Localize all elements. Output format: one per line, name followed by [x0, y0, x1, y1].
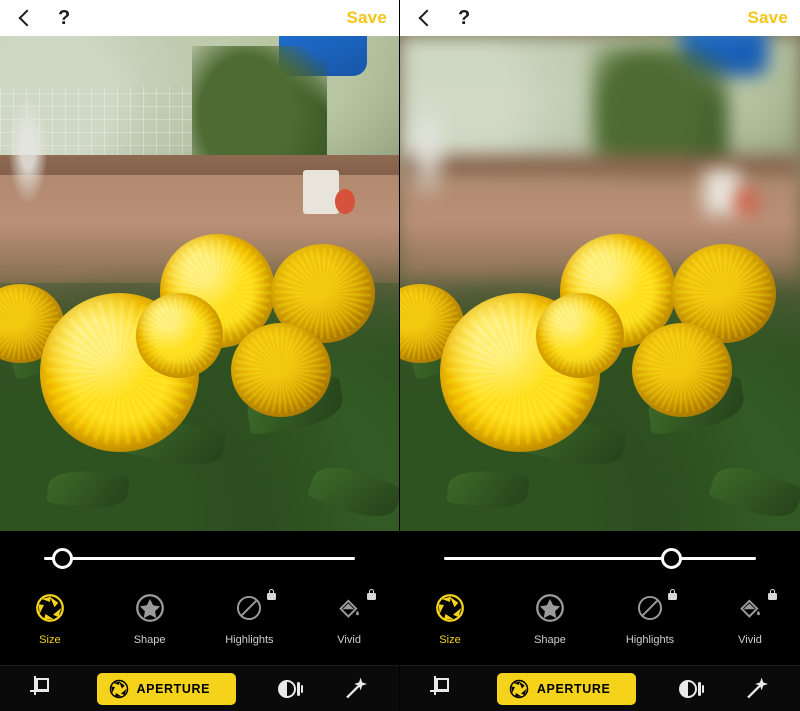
phone-screen-right: ? Save Size Shape Highlights Vivid APERT… — [400, 0, 800, 711]
help-icon[interactable]: ? — [58, 8, 70, 28]
depth-slider-knob[interactable] — [52, 547, 74, 569]
magic-wand-icon[interactable] — [744, 676, 770, 702]
bottom-toolbar: APERTURE — [400, 665, 800, 711]
paint-bucket-icon — [332, 591, 366, 625]
tool-vivid-label: Vivid — [738, 634, 762, 646]
depth-slider-knob[interactable] — [661, 547, 683, 569]
magic-wand-icon[interactable] — [343, 676, 369, 702]
chevron-left-icon[interactable] — [416, 9, 434, 27]
tool-shape-label: Shape — [534, 634, 566, 646]
tool-row: Size Shape Highlights Vivid — [0, 585, 399, 665]
crop-icon[interactable] — [430, 676, 456, 702]
tool-size-label: Size — [39, 634, 61, 646]
photo-preview[interactable] — [0, 36, 399, 531]
photo-flowers — [400, 36, 800, 531]
tool-highlights-label: Highlights — [225, 634, 274, 646]
aperture-icon — [509, 679, 529, 698]
aperture-tab[interactable]: APERTURE — [496, 672, 637, 705]
lock-icon — [267, 589, 277, 600]
depth-slider-container[interactable] — [400, 531, 800, 585]
help-icon[interactable]: ? — [458, 8, 470, 28]
highlights-circle-icon — [232, 591, 266, 625]
star-shape-icon — [533, 591, 567, 625]
top-bar: ? Save — [400, 0, 800, 36]
tool-highlights[interactable]: Highlights — [613, 589, 687, 646]
aperture-tab-label: APERTURE — [136, 681, 211, 696]
lock-icon — [668, 589, 677, 600]
tool-vivid-label: Vivid — [337, 634, 361, 646]
filter-icon[interactable] — [276, 676, 302, 702]
aperture-tab[interactable]: APERTURE — [96, 672, 237, 705]
dual-screenshot-container: ? Save Size Shape Highlights Vivid APERT… — [0, 0, 800, 711]
lock-icon — [768, 589, 777, 600]
tool-shape[interactable]: Shape — [513, 591, 587, 646]
tool-highlights[interactable]: Highlights — [212, 589, 286, 646]
tool-shape-label: Shape — [133, 634, 166, 646]
tool-size[interactable]: Size — [13, 591, 87, 646]
tool-vivid[interactable]: Vivid — [713, 589, 787, 646]
tool-shape[interactable]: Shape — [113, 591, 187, 646]
crop-icon[interactable] — [30, 676, 56, 702]
paint-bucket-icon — [733, 591, 767, 625]
top-bar: ? Save — [0, 0, 399, 36]
save-button[interactable]: Save — [346, 8, 387, 28]
depth-slider-track[interactable] — [444, 547, 756, 569]
tool-row: Size Shape Highlights Vivid — [400, 585, 800, 665]
lock-icon — [367, 589, 377, 600]
star-shape-icon — [133, 591, 167, 625]
phone-screen-left: ? Save Size Shape Highlights Vivid APERT… — [0, 0, 400, 711]
save-button[interactable]: Save — [747, 8, 788, 28]
tool-size-label: Size — [439, 634, 461, 646]
tool-highlights-label: Highlights — [625, 634, 675, 646]
chevron-left-icon[interactable] — [16, 9, 34, 27]
aperture-tab-label: APERTURE — [536, 681, 611, 696]
aperture-icon — [433, 591, 467, 625]
depth-slider-container[interactable] — [0, 531, 399, 585]
aperture-icon — [109, 679, 128, 698]
tool-vivid[interactable]: Vivid — [312, 589, 386, 646]
bottom-toolbar: APERTURE — [0, 665, 399, 711]
highlights-circle-icon — [633, 591, 667, 625]
photo-flowers — [0, 36, 399, 531]
filter-icon[interactable] — [677, 676, 703, 702]
tool-size[interactable]: Size — [413, 591, 487, 646]
depth-slider-track[interactable] — [44, 547, 355, 569]
aperture-icon — [33, 591, 67, 625]
photo-preview[interactable] — [400, 36, 800, 531]
